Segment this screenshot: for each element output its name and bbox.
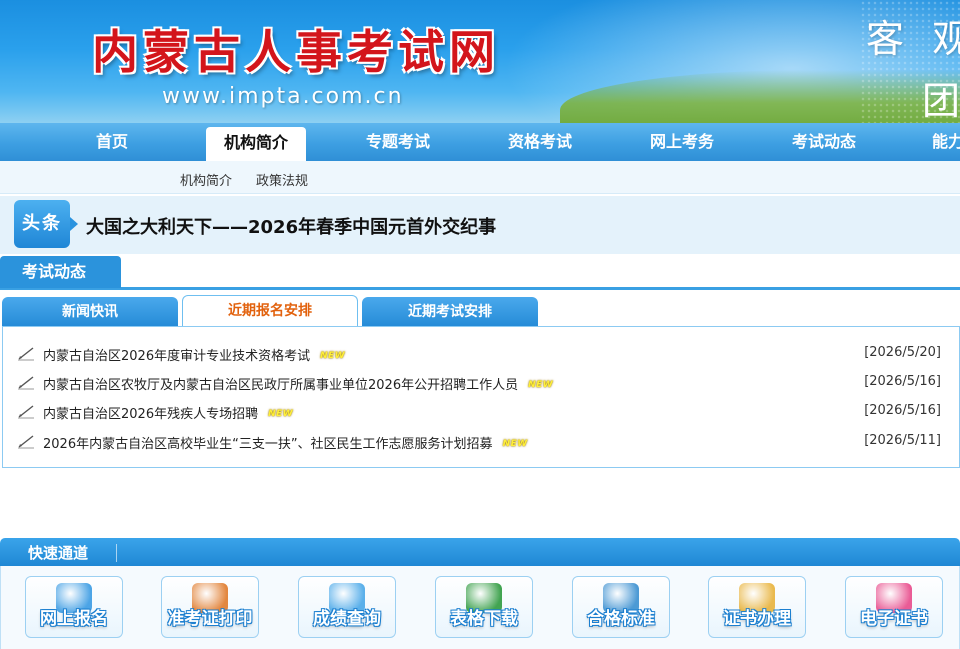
nav-item-about[interactable]: 机构简介 (206, 127, 306, 161)
news-item-title[interactable]: 2026年内蒙古自治区高校毕业生“三支一扶”、社区民生工作志愿服务计划招募 NEW (43, 433, 528, 452)
new-badge: NEW (320, 351, 346, 361)
subnav-item-about[interactable]: 机构简介 (180, 170, 232, 189)
news-item-date: [2026/5/16] (864, 403, 941, 418)
headline-link[interactable]: 大国之大利天下——2026年春季中国元首外交纪事 (86, 213, 496, 239)
news-list: 内蒙古自治区2026年度审计专业技术资格考试 NEW [2026/5/20] 内蒙… (2, 326, 960, 468)
pen-icon (18, 405, 34, 419)
quick-channel-body: 网上报名 准考证打印 成绩查询 表格下载 合格标准 证书办理 电子证书 (0, 566, 960, 649)
quick-button-label: 证书办理 (723, 609, 791, 629)
quick-channel-divider (116, 544, 117, 562)
new-badge: NEW (528, 380, 554, 390)
headline-badge: 头条 (14, 200, 78, 248)
news-item[interactable]: 内蒙古自治区农牧厅及内蒙古自治区民政厅所属事业单位2026年公开招聘工作人员 NE… (3, 370, 959, 396)
nav-item-ability[interactable]: 能力 (918, 123, 960, 161)
pen-icon (18, 435, 34, 449)
online-registration-button[interactable]: 网上报名 (25, 576, 123, 638)
quick-channel-title: 快速通道 (28, 544, 89, 562)
news-item[interactable]: 内蒙古自治区2026年残疾人专场招聘 NEW [2026/5/16] (3, 399, 959, 425)
pen-icon (18, 376, 34, 390)
news-item-title[interactable]: 内蒙古自治区2026年度审计专业技术资格考试 NEW (43, 345, 345, 364)
nav-item-home[interactable]: 首页 (62, 123, 162, 161)
quick-button-label: 网上报名 (40, 609, 108, 629)
quick-button-label: 电子证书 (860, 609, 928, 629)
e-certificate-button[interactable]: 电子证书 (845, 576, 943, 638)
quick-button-label: 表格下载 (450, 609, 518, 629)
form-download-button[interactable]: 表格下载 (435, 576, 533, 638)
exam-news-tabs: 新闻快讯 近期报名安排 近期考试安排 (0, 293, 960, 328)
banner-slogan: 客 观 (866, 17, 960, 61)
site-title[interactable]: 内蒙古人事考试网 (92, 16, 500, 82)
passing-standard-button[interactable]: 合格标准 (572, 576, 670, 638)
admission-ticket-print-button[interactable]: 准考证打印 (161, 576, 259, 638)
score-query-button[interactable]: 成绩查询 (298, 576, 396, 638)
sub-nav: 机构简介 政策法规 (0, 161, 960, 194)
subnav-item-policies[interactable]: 政策法规 (256, 170, 308, 189)
news-item[interactable]: 2026年内蒙古自治区高校毕业生“三支一扶”、社区民生工作志愿服务计划招募 NEW… (3, 429, 959, 455)
quick-button-label: 成绩查询 (313, 609, 381, 629)
quick-channel-header: 快速通道 (0, 538, 960, 566)
news-item-title[interactable]: 内蒙古自治区2026年残疾人专场招聘 NEW (43, 403, 293, 422)
news-item-date: [2026/5/11] (864, 433, 941, 448)
nav-item-exam-news[interactable]: 考试动态 (774, 123, 874, 161)
tab-registration-schedule[interactable]: 近期报名安排 (182, 295, 358, 328)
nav-item-qualification-exams[interactable]: 资格考试 (490, 123, 590, 161)
site-url: www.impta.com.cn (162, 84, 404, 109)
new-badge: NEW (502, 439, 528, 449)
exam-news-header: 考试动态 (0, 256, 960, 290)
quick-button-label: 准考证打印 (167, 609, 253, 629)
exam-news-title[interactable]: 考试动态 (0, 256, 121, 288)
nav-item-special-exams[interactable]: 专题考试 (348, 123, 448, 161)
tab-exam-schedule[interactable]: 近期考试安排 (362, 297, 538, 328)
new-badge: NEW (268, 409, 294, 419)
quick-button-label: 合格标准 (587, 609, 655, 629)
news-item-title[interactable]: 内蒙古自治区农牧厅及内蒙古自治区民政厅所属事业单位2026年公开招聘工作人员 NE… (43, 374, 553, 393)
nav-item-online-affairs[interactable]: 网上考务 (632, 123, 732, 161)
headline-bar: 头条 大国之大利天下——2026年春季中国元首外交纪事 (0, 196, 960, 254)
news-item[interactable]: 内蒙古自治区2026年度审计专业技术资格考试 NEW [2026/5/20] (3, 341, 959, 367)
news-item-date: [2026/5/16] (864, 374, 941, 389)
banner-slogan-line2: 团 (922, 79, 960, 123)
main-nav: 首页 机构简介 专题考试 资格考试 网上考务 考试动态 能力 (0, 123, 960, 161)
news-item-date: [2026/5/20] (864, 345, 941, 360)
certificate-processing-button[interactable]: 证书办理 (708, 576, 806, 638)
tab-news-flash[interactable]: 新闻快讯 (2, 297, 178, 328)
header-banner: 内蒙古人事考试网 www.impta.com.cn 客 观 团 (0, 0, 960, 123)
pen-icon (18, 347, 34, 361)
